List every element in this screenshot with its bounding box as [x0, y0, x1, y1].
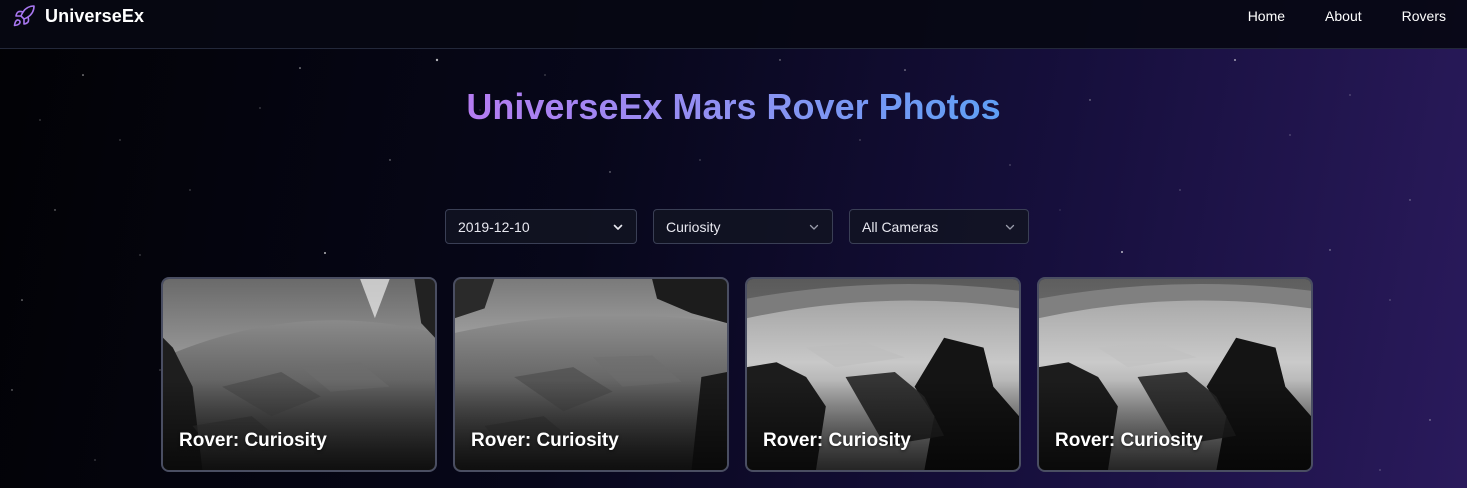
rover-select[interactable]: Curiosity	[653, 209, 833, 244]
top-navbar: UniverseEx Home About Rovers	[0, 0, 1467, 49]
nav-link-rovers[interactable]: Rovers	[1402, 8, 1446, 24]
camera-select-value: All Cameras	[862, 218, 939, 235]
photo-grid: Rover: Curiosity Rover: Curiosity Rover:…	[161, 277, 1313, 472]
rover-select-value: Curiosity	[666, 218, 721, 235]
photo-card[interactable]: Rover: Curiosity	[745, 277, 1021, 472]
date-select[interactable]: 2019-12-10	[445, 209, 637, 244]
photo-card[interactable]: Rover: Curiosity	[161, 277, 437, 472]
date-select-value: 2019-12-10	[458, 218, 530, 235]
page-title: UniverseEx Mars Rover Photos	[466, 86, 1001, 127]
photo-card[interactable]: Rover: Curiosity	[1037, 277, 1313, 472]
photo-card-label: Rover: Curiosity	[179, 430, 327, 451]
chevron-down-icon	[1005, 224, 1015, 230]
nav-link-home[interactable]: Home	[1248, 8, 1285, 24]
nav-link-about[interactable]: About	[1325, 8, 1362, 24]
photo-card-label: Rover: Curiosity	[471, 430, 619, 451]
chevron-down-icon	[613, 224, 623, 230]
brand[interactable]: UniverseEx	[12, 4, 144, 28]
photo-card[interactable]: Rover: Curiosity	[453, 277, 729, 472]
rocket-icon	[13, 5, 35, 27]
brand-name: UniverseEx	[45, 5, 145, 26]
camera-select[interactable]: All Cameras	[849, 209, 1029, 244]
nav-links: Home About Rovers	[1248, 8, 1446, 24]
photo-card-label: Rover: Curiosity	[763, 430, 911, 451]
chevron-down-icon	[809, 224, 819, 230]
photo-card-label: Rover: Curiosity	[1055, 430, 1203, 451]
filter-bar: 2019-12-10 Curiosity All Cameras	[445, 209, 1029, 244]
